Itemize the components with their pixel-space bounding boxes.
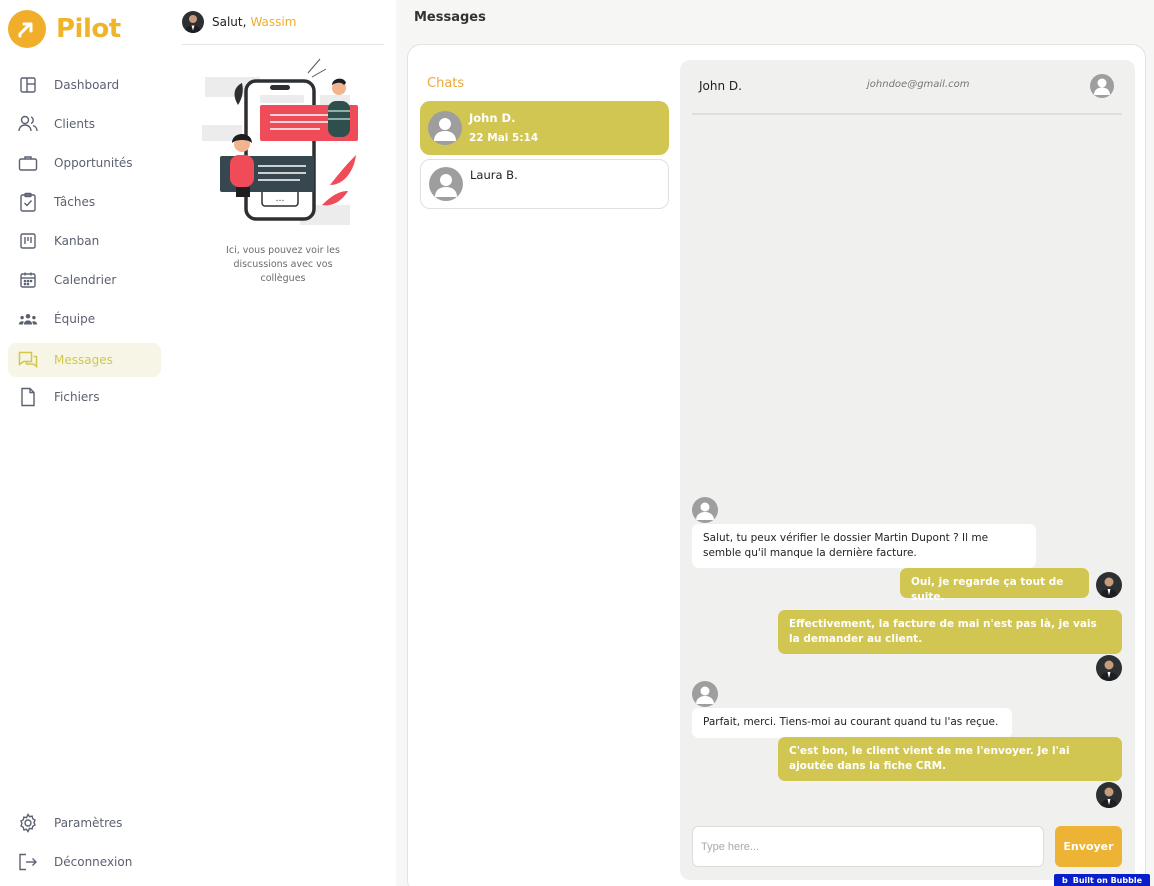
logo-arrow-icon xyxy=(8,10,46,48)
badge-label: Built on Bubble xyxy=(1072,875,1142,885)
chat-name: John D. xyxy=(469,111,516,125)
nav-item-label: Équipe xyxy=(54,312,96,326)
file-icon xyxy=(18,387,38,407)
nav-item-kanban[interactable]: Kanban xyxy=(8,224,161,258)
user-greeting: Salut, Wassim xyxy=(182,11,296,33)
nav-item-fichiers[interactable]: Fichiers xyxy=(8,380,161,414)
nav-item-parametres[interactable]: Paramètres xyxy=(8,806,161,840)
nav-item-deconnexion[interactable]: Déconnexion xyxy=(8,845,161,879)
user-avatar[interactable] xyxy=(182,11,204,33)
messages-icon xyxy=(18,350,38,370)
chat-time: 22 Mai 5:14 xyxy=(469,132,539,144)
avatar-placeholder-icon xyxy=(428,111,462,145)
nav-item-label: Calendrier xyxy=(54,273,117,287)
message-bubble-out: Oui, je regarde ça tout de suite. xyxy=(900,568,1089,603)
message-bubble-out: Effectivement, la facture de mai n'est p… xyxy=(778,610,1122,654)
chat-item-laura[interactable]: Laura B. xyxy=(420,159,669,209)
users-icon xyxy=(18,114,38,134)
avatar-placeholder-icon xyxy=(429,167,463,201)
nav-item-label: Paramètres xyxy=(54,816,123,830)
briefcase-icon xyxy=(18,153,38,173)
nav-item-calendrier[interactable]: Calendrier xyxy=(8,263,161,297)
nav-item-label: Opportunités xyxy=(54,156,133,170)
bubble-logo-icon: b xyxy=(1061,875,1068,885)
nav-item-taches[interactable]: Tâches xyxy=(8,185,161,219)
layout-icon xyxy=(18,75,38,95)
nav-item-equipe[interactable]: Équipe xyxy=(8,302,161,336)
sender-avatar-icon xyxy=(692,681,718,707)
brand-name: Pilot xyxy=(56,14,121,44)
send-button[interactable]: Envoyer xyxy=(1055,826,1122,867)
main-area: Messages Chats John D. 22 Mai 5:14 Laura… xyxy=(396,0,1154,886)
team-icon xyxy=(18,309,38,329)
greeting-prefix: Salut, xyxy=(212,15,247,29)
user-avatar xyxy=(1096,572,1122,598)
nav-item-label: Déconnexion xyxy=(54,855,133,869)
svg-text:…: … xyxy=(276,194,285,204)
message-input[interactable] xyxy=(692,826,1044,867)
logout-icon xyxy=(18,852,38,872)
sender-avatar-icon xyxy=(692,497,718,523)
brand-logo[interactable]: Pilot xyxy=(8,10,121,48)
nav-item-label: Dashboard xyxy=(54,78,120,92)
panel-caption: Ici, vous pouvez voir les discussions av… xyxy=(226,245,340,284)
message-bubble-in: Salut, tu peux vérifier le dossier Marti… xyxy=(692,524,1036,568)
nav-item-label: Clients xyxy=(54,117,95,131)
nav-item-label: Tâches xyxy=(54,195,96,209)
chats-title: Chats xyxy=(427,76,465,91)
gear-icon xyxy=(18,813,38,833)
message-bubble-in: Parfait, merci. Tiens-moi au courant qua… xyxy=(692,708,1012,738)
clipboard-check-icon xyxy=(18,192,38,212)
contact-name: John D. xyxy=(699,79,742,93)
calendar-icon xyxy=(18,270,38,290)
conversation-panel: John D. johndoe@gmail.com Salut, tu peux… xyxy=(680,60,1135,880)
messages-card: Chats John D. 22 Mai 5:14 Laura B. John … xyxy=(407,44,1146,886)
info-panel: Salut, Wassim … Ici, vous pouvez voir le… xyxy=(170,0,396,886)
chat-item-john[interactable]: John D. 22 Mai 5:14 xyxy=(420,101,669,155)
nav-item-label: Messages xyxy=(54,353,113,367)
divider xyxy=(182,44,384,45)
user-avatar xyxy=(1096,655,1122,681)
nav-item-messages[interactable]: Messages xyxy=(8,343,161,377)
nav-item-opportunites[interactable]: Opportunités xyxy=(8,146,161,180)
message-bubble-out: C'est bon, le client vient de me l'envoy… xyxy=(778,737,1122,781)
contact-avatar-icon[interactable] xyxy=(1090,74,1114,98)
nav-item-dashboard[interactable]: Dashboard xyxy=(8,68,161,102)
user-avatar xyxy=(1096,782,1122,808)
nav-item-clients[interactable]: Clients xyxy=(8,107,161,141)
chat-illustration: … xyxy=(200,55,370,230)
nav-item-label: Kanban xyxy=(54,234,100,248)
built-on-bubble-badge[interactable]: b Built on Bubble xyxy=(1054,874,1150,886)
kanban-icon xyxy=(18,231,38,251)
conversation-header: John D. johndoe@gmail.com xyxy=(692,60,1122,115)
sidebar-nav: Pilot Dashboard Clients Opportunités Tâc… xyxy=(0,0,170,886)
greeting-username: Wassim xyxy=(250,15,297,29)
contact-email: johndoe@gmail.com xyxy=(867,79,970,90)
page-title: Messages xyxy=(414,10,486,25)
chat-name: Laura B. xyxy=(470,168,518,182)
nav-item-label: Fichiers xyxy=(54,390,100,404)
